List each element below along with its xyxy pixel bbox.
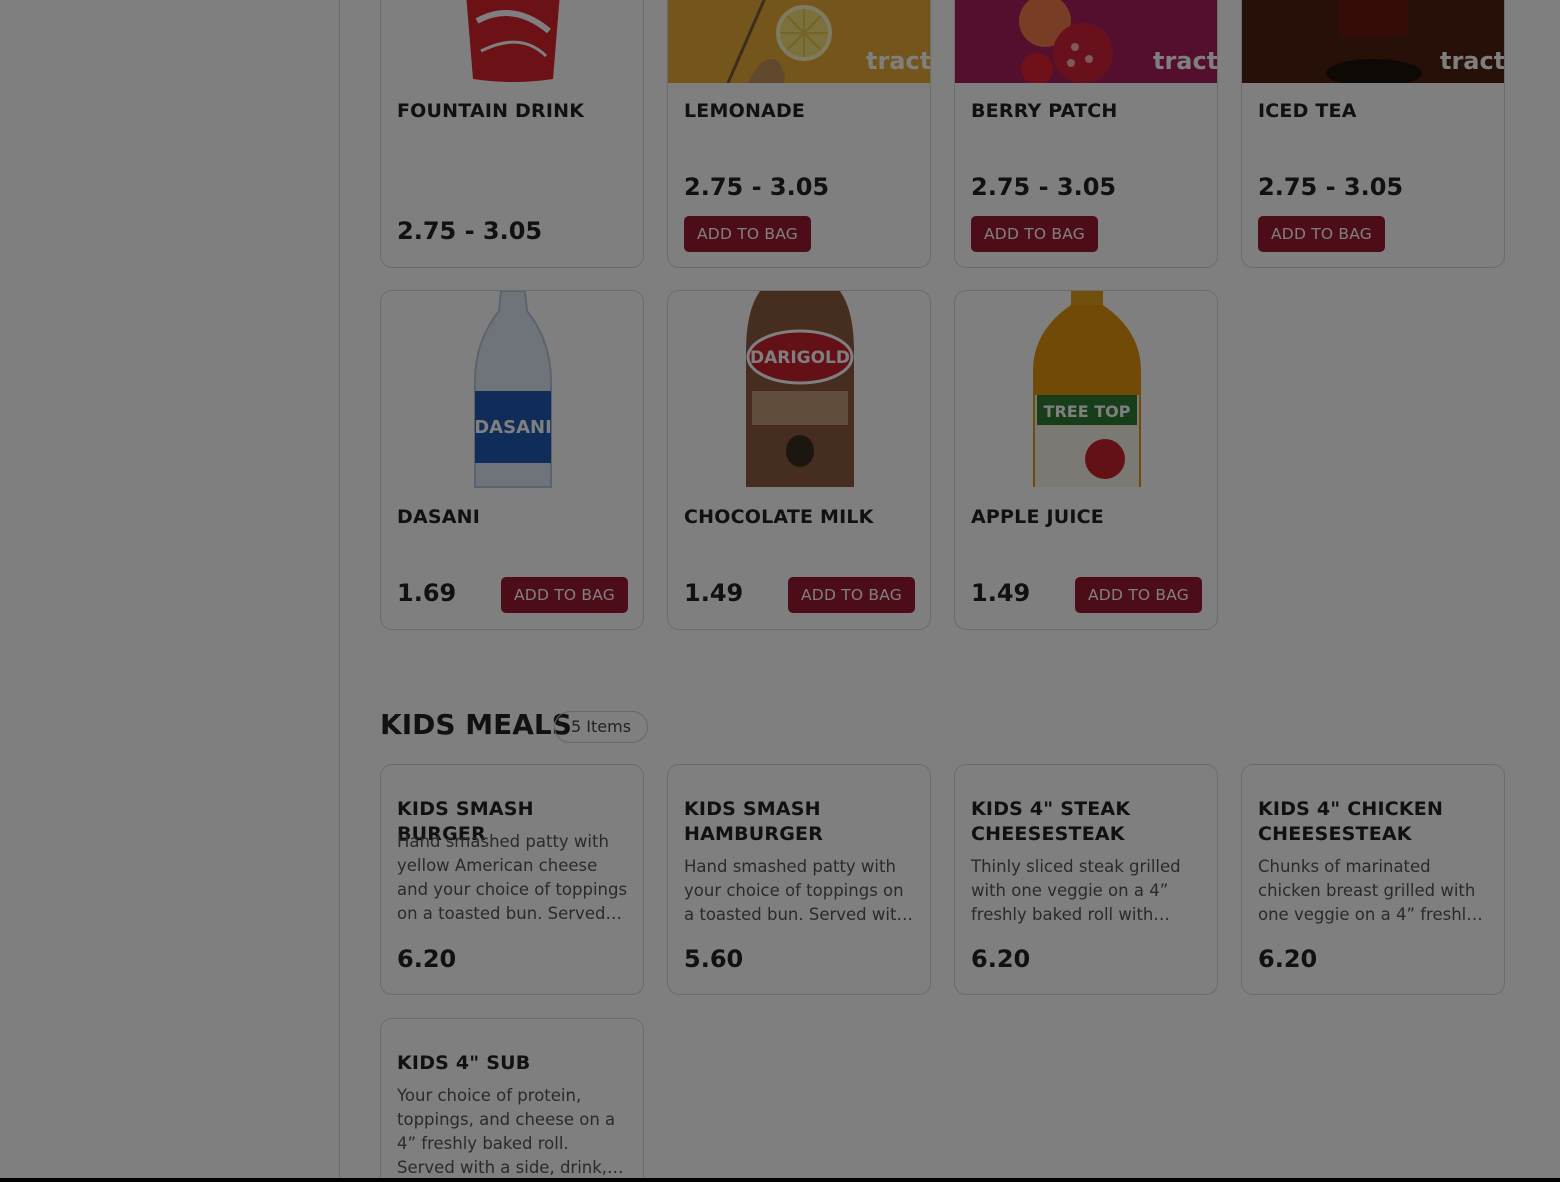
dasani-label: DASANI <box>474 417 552 438</box>
tree-top-apple-juice-image: TREE TOP <box>955 291 1217 489</box>
item-name: DASANI <box>397 506 481 528</box>
bottom-edge-bar <box>0 1178 1560 1182</box>
tree-top-label: TREE TOP <box>1044 402 1131 421</box>
item-price: 6.20 <box>397 945 457 973</box>
menu-item-card-lemonade[interactable]: tracto LEMONADE 2.75 - 3.05 ADD TO BAG <box>667 0 931 268</box>
menu-item-card-kids-sub[interactable]: KIDS 4" SUB Your choice of protein, topp… <box>380 1018 644 1182</box>
add-to-bag-button[interactable]: ADD TO BAG <box>788 577 915 613</box>
item-name: ICED TEA <box>1258 100 1357 122</box>
item-price: 2.75 - 3.05 <box>971 173 1117 201</box>
menu-item-card-dasani[interactable]: DASANI DASANI 1.69 ADD TO BAG <box>380 290 644 630</box>
coca-cola-cup-image <box>381 0 643 83</box>
add-to-bag-button[interactable]: ADD TO BAG <box>684 216 811 252</box>
item-count-badge: 5 Items <box>554 711 649 743</box>
item-name: BERRY PATCH <box>971 100 1118 122</box>
item-description: Hand smashed patty with your choice of t… <box>684 857 907 924</box>
add-to-bag-button[interactable]: ADD TO BAG <box>971 216 1098 252</box>
item-name: LEMONADE <box>684 100 806 122</box>
menu-item-card-chocolate-milk[interactable]: DARIGOLD CHOCOLATE MILK 1.49 ADD TO BAG <box>667 290 931 630</box>
iced-tea-image: tracto <box>1242 0 1504 83</box>
item-price: 1.69 <box>397 579 457 607</box>
item-price: 2.75 - 3.05 <box>1258 173 1404 201</box>
tracto-watermark: tracto <box>1153 47 1217 75</box>
item-price: 1.49 <box>971 579 1031 607</box>
menu-item-card-apple-juice[interactable]: TREE TOP APPLE JUICE 1.49 ADD TO BAG <box>954 290 1218 630</box>
darigold-label: DARIGOLD <box>750 348 850 368</box>
item-description: Thinly sliced steak grilled with one veg… <box>971 857 1181 924</box>
tracto-watermark: tracto <box>866 47 930 75</box>
item-name: CHOCOLATE MILK <box>684 506 874 528</box>
item-price: 2.75 - 3.05 <box>397 217 543 245</box>
add-to-bag-button[interactable]: ADD TO BAG <box>1075 577 1202 613</box>
item-price: 1.49 <box>684 579 744 607</box>
item-name: FOUNTAIN DRINK <box>397 100 585 122</box>
item-description: Chunks of marinated chicken breast grill… <box>1258 857 1477 924</box>
menu-item-card-kids-chicken-cheesesteak[interactable]: KIDS 4" CHICKEN CHEESESTEAK Chunks of ma… <box>1241 764 1505 995</box>
item-price: 2.75 - 3.05 <box>684 173 830 201</box>
sidebar <box>0 0 340 1182</box>
item-description: Hand smashed patty with yellow American … <box>397 832 628 923</box>
dasani-bottle-image: DASANI <box>381 291 643 489</box>
item-price: 5.60 <box>684 945 744 973</box>
menu-item-card-kids-smash-hamburger[interactable]: KIDS SMASH HAMBURGER Hand smashed patty … <box>667 764 931 995</box>
item-name: KIDS SMASH HAMBURGER <box>684 798 824 845</box>
item-name: KIDS 4" STEAK CHEESESTEAK <box>971 798 1131 845</box>
berry-patch-image: tracto <box>955 0 1217 83</box>
menu-item-card-kids-smash-burger[interactable]: KIDS SMASH BURGER Hand smashed patty wit… <box>380 764 644 995</box>
menu-item-card-kids-steak-cheesesteak[interactable]: KIDS 4" STEAK CHEESESTEAK Thinly sliced … <box>954 764 1218 995</box>
menu-item-card-iced-tea[interactable]: tracto ICED TEA 2.75 - 3.05 ADD TO BAG <box>1241 0 1505 268</box>
item-description: Your choice of protein, toppings, and ch… <box>397 1086 616 1177</box>
darigold-chocolate-milk-image: DARIGOLD <box>668 291 930 489</box>
item-name: KIDS 4" CHICKEN CHEESESTEAK <box>1258 798 1444 845</box>
add-to-bag-button[interactable]: ADD TO BAG <box>501 577 628 613</box>
item-price: 6.20 <box>971 945 1031 973</box>
section-title-kids-meals: KIDS MEALS <box>380 708 572 741</box>
item-name: APPLE JUICE <box>971 506 1104 528</box>
menu-item-card-berry-patch[interactable]: tracto BERRY PATCH 2.75 - 3.05 ADD TO BA… <box>954 0 1218 268</box>
menu-item-card-fountain-drink[interactable]: FOUNTAIN DRINK 2.75 - 3.05 <box>380 0 644 268</box>
add-to-bag-button[interactable]: ADD TO BAG <box>1258 216 1385 252</box>
lemonade-image: tracto <box>668 0 930 83</box>
item-price: 6.20 <box>1258 945 1318 973</box>
tracto-watermark: tracto <box>1440 47 1504 75</box>
item-name: KIDS 4" SUB <box>397 1052 531 1074</box>
